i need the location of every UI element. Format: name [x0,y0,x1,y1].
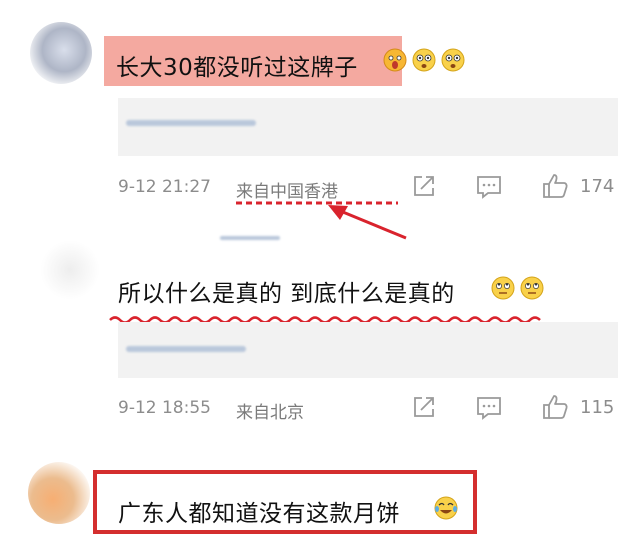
flushed-face-icon [412,48,436,76]
blurred-reply [126,346,246,352]
red-arrow [328,205,407,240]
comment-text: 广东人都知道没有这款月饼 [118,501,400,527]
emoji-group [434,496,458,524]
like-icon[interactable] [541,172,569,204]
share-icon[interactable] [412,174,436,202]
flushed-face-icon [441,48,465,76]
comment-time: 9-12 18:55 [118,398,211,418]
comment-text: 所以什么是真的 到底什么是真的 [118,281,455,307]
blurred-username [220,236,280,240]
share-icon[interactable] [412,395,436,423]
avatar[interactable] [40,240,100,300]
comment-icon[interactable] [476,396,502,424]
comment-text: 长大30都没听过这牌子 [116,55,358,81]
reply-preview[interactable] [118,322,618,378]
eye-roll-face-icon [491,276,515,304]
comment-icon[interactable] [476,175,502,203]
ip-location: 来自中国香港 [236,182,338,202]
shocked-face-icon [383,48,407,76]
avatar[interactable] [28,462,90,524]
eye-roll-face-icon [520,276,544,304]
like-count: 174 [580,176,615,197]
ip-location: 来自北京 [236,403,304,423]
emoji-group [491,276,544,304]
comment-time: 9-12 21:27 [118,177,211,197]
blurred-reply [126,120,256,126]
avatar[interactable] [30,22,92,84]
tears-of-joy-face-icon [434,496,458,524]
emoji-group [383,48,465,76]
like-icon[interactable] [541,393,569,425]
like-count: 115 [580,397,615,418]
reply-preview[interactable] [118,98,618,156]
